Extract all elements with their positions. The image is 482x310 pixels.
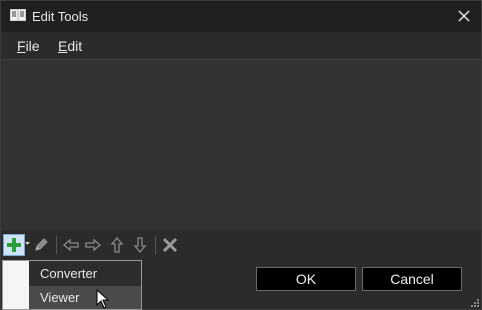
menu-bar: File Edit — [1, 32, 481, 60]
dropdown-item-converter[interactable]: Converter — [29, 262, 141, 285]
menu-edit-mnemonic: E — [58, 38, 68, 54]
move-up-button[interactable] — [106, 234, 128, 256]
window-title: Edit Tools — [32, 9, 89, 24]
menu-file[interactable]: File — [17, 38, 40, 54]
arrow-left-icon — [63, 238, 79, 252]
edit-tools-window: Edit Tools File Edit Converter Viewer OK… — [0, 0, 482, 310]
tools-toolbar — [2, 232, 188, 260]
edit-button[interactable] — [30, 234, 52, 256]
move-left-button[interactable] — [60, 234, 82, 256]
delete-icon — [162, 237, 178, 253]
ok-button[interactable]: OK — [256, 267, 356, 291]
move-down-button[interactable] — [129, 234, 151, 256]
toolbar-separator — [56, 236, 57, 254]
mouse-cursor-icon — [96, 289, 110, 309]
dropdown-panel: Converter Viewer — [29, 261, 141, 309]
tool-list-area[interactable] — [1, 60, 481, 230]
menu-edit[interactable]: Edit — [58, 38, 82, 54]
add-button[interactable] — [3, 234, 25, 256]
delete-button[interactable] — [159, 234, 181, 256]
pencil-icon — [35, 238, 48, 251]
close-icon[interactable] — [455, 7, 473, 25]
title-bar: Edit Tools — [1, 1, 481, 32]
arrow-up-icon — [110, 237, 124, 253]
arrow-right-icon — [85, 238, 101, 252]
arrow-down-icon — [133, 237, 147, 253]
menu-file-mnemonic: F — [17, 38, 26, 54]
dropdown-item-viewer[interactable]: Viewer — [29, 286, 141, 309]
menu-file-label: ile — [25, 38, 40, 54]
toolbar-separator — [155, 236, 156, 254]
plus-icon — [7, 238, 21, 252]
book-icon — [10, 9, 26, 21]
menu-edit-label: dit — [67, 38, 83, 54]
cancel-button[interactable]: Cancel — [362, 267, 462, 291]
resize-grip-icon[interactable] — [469, 297, 479, 307]
add-dropdown-menu: Converter Viewer — [2, 260, 142, 310]
dropdown-gutter — [3, 261, 29, 309]
move-right-button[interactable] — [82, 234, 104, 256]
